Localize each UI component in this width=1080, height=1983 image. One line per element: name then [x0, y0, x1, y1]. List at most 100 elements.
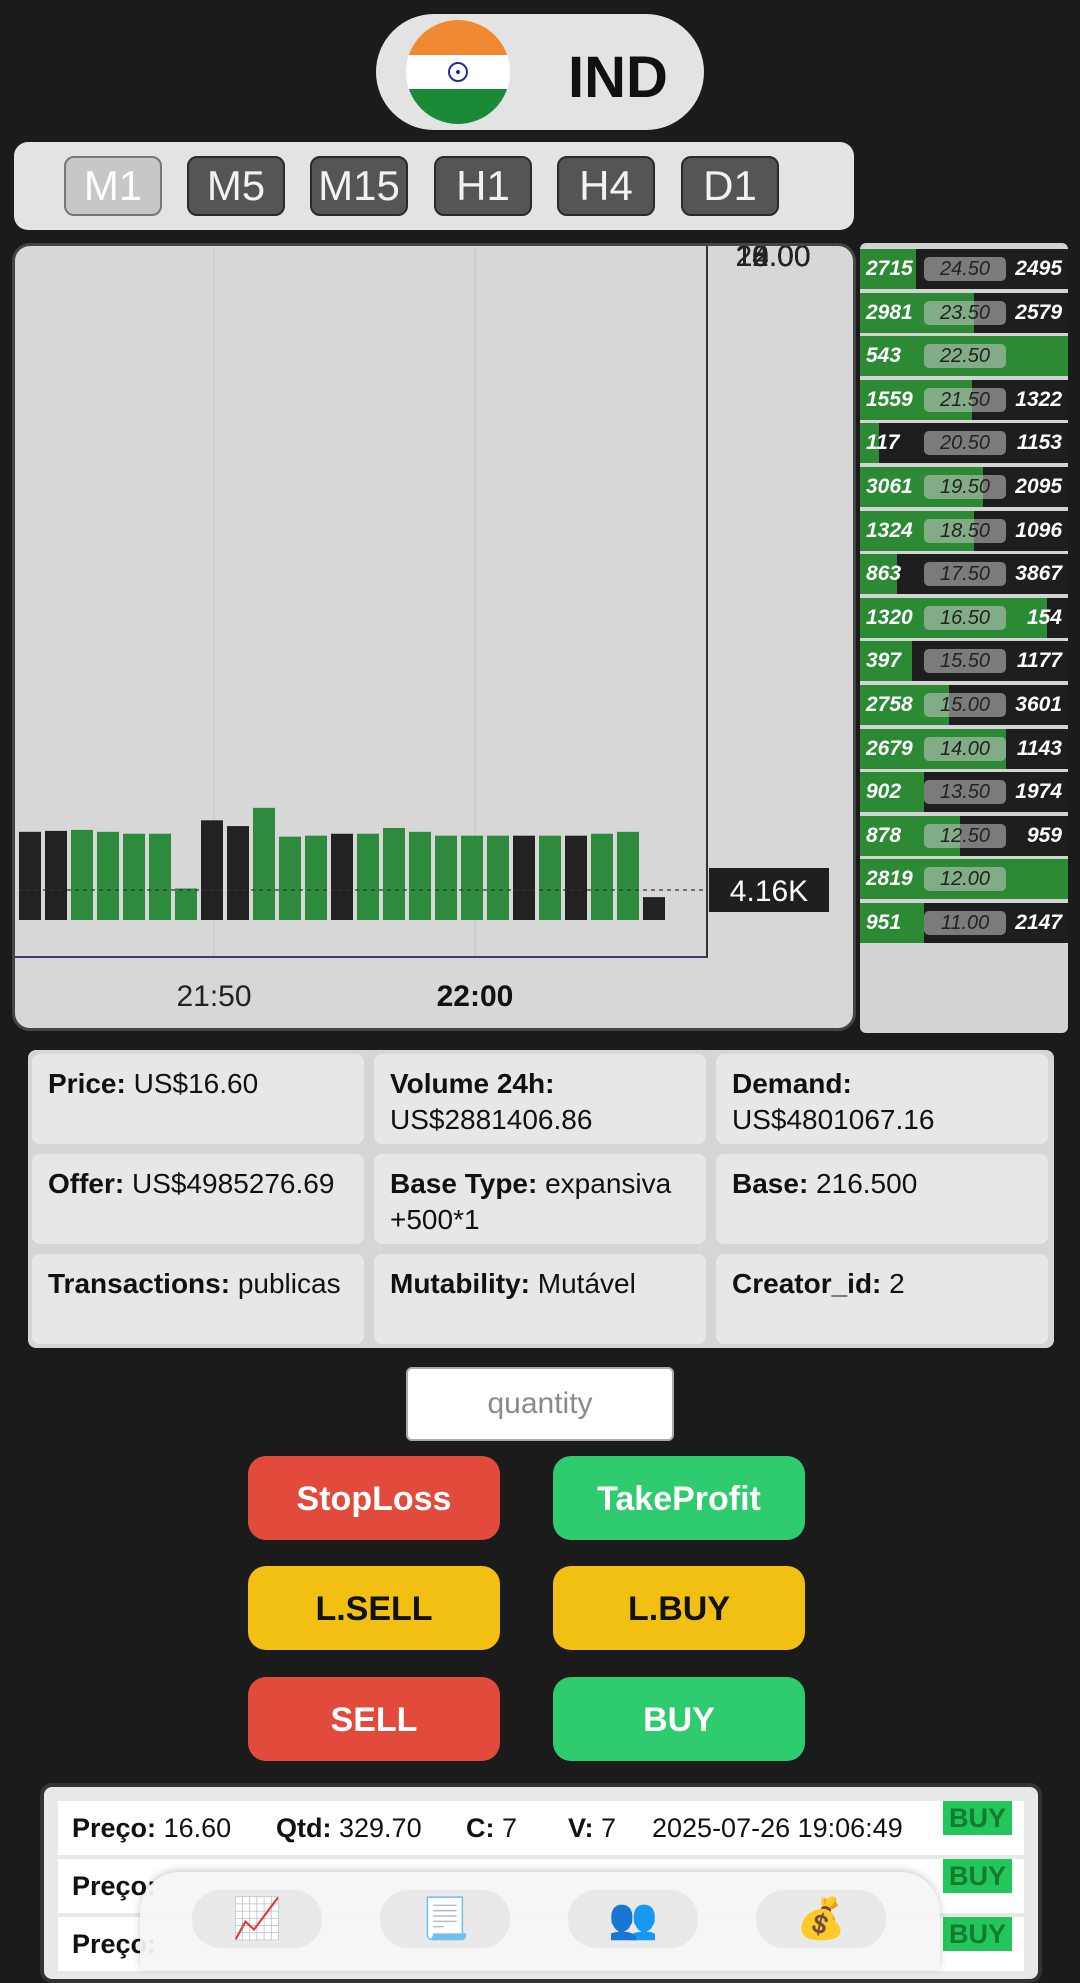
trade-v: 7: [601, 1813, 617, 1843]
trade-c: 7: [502, 1813, 518, 1843]
info-base: Base: 216.500: [716, 1154, 1048, 1244]
price-chart[interactable]: 16.404.16K20.0018.0016.0014.0012.0010.00…: [12, 243, 856, 1031]
info-transactions: Transactions: publicas: [32, 1254, 364, 1344]
info-creator-id: Creator_id: 2: [716, 1254, 1048, 1344]
volume-bar: [45, 830, 67, 920]
info-mutability: Mutability: Mutável: [374, 1254, 706, 1344]
volume-bar: [539, 835, 561, 920]
takeprofit-button[interactable]: TakeProfit: [553, 1456, 805, 1540]
orderbook-bid-qty: 863: [866, 562, 902, 586]
trade-c-label: C:: [466, 1813, 495, 1843]
limit-buy-button[interactable]: L.BUY: [553, 1566, 805, 1650]
orderbook-bid-qty: 902: [866, 780, 902, 804]
trade-v-label: V:: [568, 1813, 594, 1843]
orderbook-bid-qty: 878: [866, 823, 902, 847]
volume-bar: [565, 835, 587, 920]
orderbook-row[interactable]: 543 22.50: [860, 336, 1068, 377]
volume-bar: [279, 836, 301, 920]
orderbook-row[interactable]: 863 17.50 3867: [860, 554, 1068, 595]
timeframe-d1-button[interactable]: D1: [681, 156, 779, 216]
orderbook-row[interactable]: 951 11.00 2147: [860, 903, 1068, 943]
country-selector[interactable]: IND: [376, 14, 704, 130]
orderbook-row[interactable]: 878 12.50 959: [860, 815, 1068, 856]
orderbook-ask-qty: 2579: [1015, 300, 1062, 324]
volume-bar: [253, 807, 275, 920]
orderbook-row[interactable]: 3061 19.50 2095: [860, 467, 1068, 507]
trade-side-badge: BUY: [942, 1917, 1012, 1951]
orderbook-bid-qty: 951: [866, 911, 902, 934]
sell-button[interactable]: SELL: [248, 1677, 500, 1761]
orderbook-bid-qty: 397: [866, 649, 902, 673]
info-offer: Offer: US$4985276.69: [32, 1154, 364, 1244]
orderbook-price: 13.50: [924, 780, 1006, 805]
timeframe-m5-button[interactable]: M5: [187, 156, 285, 216]
volume-bar: [305, 835, 327, 920]
orderbook-ask-qty: 3601: [1015, 693, 1062, 716]
timeframe-m15-button[interactable]: M15: [310, 156, 408, 216]
nav-wallet-button[interactable]: 💰: [756, 1890, 886, 1948]
volume-bar: [331, 833, 353, 920]
orderbook-bid-qty: 1324: [866, 518, 913, 542]
volume-label: 4.16K: [730, 875, 808, 908]
timeframe-bar: M1 M5 M15 H1 H4 D1: [14, 142, 854, 230]
orderbook-ask-qty: 3867: [1015, 562, 1062, 586]
limit-sell-button[interactable]: L.SELL: [248, 1566, 500, 1650]
orderbook-price: 17.50: [924, 562, 1006, 587]
volume-bar: [149, 833, 171, 920]
nav-receipt-button[interactable]: 📃: [380, 1890, 510, 1948]
x-tick-label: 21:50: [176, 980, 251, 1013]
volume-bar: [591, 833, 613, 920]
orderbook-ask-qty: 959: [1026, 823, 1062, 847]
money-bag-icon: 💰: [796, 1897, 846, 1941]
trade-qty: 329.70: [339, 1813, 422, 1843]
orderbook-row[interactable]: 2715 24.50 2495: [860, 249, 1068, 289]
quantity-input[interactable]: [406, 1367, 674, 1441]
bottom-navigation: 📈 📃 👥 💰: [140, 1872, 940, 1970]
volume-bar: [487, 835, 509, 920]
nav-users-button[interactable]: 👥: [568, 1890, 698, 1948]
info-demand: Demand: US$4801067.16: [716, 1054, 1048, 1144]
orderbook-price: 12.00: [924, 867, 1006, 892]
orderbook-ask-qty: 2095: [1015, 475, 1062, 498]
orderbook-price: 23.50: [924, 300, 1006, 325]
orderbook-row[interactable]: 2679 14.00 1143: [860, 728, 1068, 769]
order-book[interactable]: 2715 24.50 2495 2981 23.50 2579 543 22.50 1559 21…: [860, 243, 1068, 1033]
orderbook-row[interactable]: 1320 16.50 154: [860, 597, 1068, 638]
trade-time: 2025-07-26 19:06:49: [652, 1813, 903, 1843]
orderbook-ask-qty: 1143: [1016, 736, 1062, 760]
chart-icon: 📈: [232, 1897, 282, 1941]
buy-button[interactable]: BUY: [553, 1677, 805, 1761]
volume-bar: [97, 831, 119, 920]
orderbook-bid-qty: 2715: [866, 257, 913, 280]
nav-chart-button[interactable]: 📈: [192, 1890, 322, 1948]
volume-bar: [409, 831, 431, 920]
volume-bar: [461, 835, 483, 920]
orderbook-bid-qty: 1320: [866, 605, 913, 629]
trade-row[interactable]: Preço: 16.60 Qtd: 329.70 C: 7 V: 7 2025-…: [58, 1801, 1024, 1855]
orderbook-bid-qty: 2819: [866, 867, 913, 891]
orderbook-row[interactable]: 902 13.50 1974: [860, 772, 1068, 813]
orderbook-row[interactable]: 1324 18.50 1096: [860, 510, 1068, 551]
timeframe-h1-button[interactable]: H1: [434, 156, 532, 216]
orderbook-row[interactable]: 2819 12.00: [860, 859, 1068, 900]
timeframe-h4-button[interactable]: H4: [557, 156, 655, 216]
volume-bar: [71, 829, 93, 920]
users-icon: 👥: [608, 1897, 658, 1941]
orderbook-row[interactable]: 397 15.50 1177: [860, 641, 1068, 682]
orderbook-bid-qty: 2679: [866, 736, 913, 760]
orderbook-price: 16.50: [924, 605, 1006, 630]
orderbook-row[interactable]: 2981 23.50 2579: [860, 292, 1068, 333]
timeframe-m1-button[interactable]: M1: [64, 156, 162, 216]
country-code: IND: [568, 45, 668, 110]
volume-bar: [617, 831, 639, 920]
orderbook-row[interactable]: 1559 21.50 1322: [860, 379, 1068, 420]
stoploss-button[interactable]: StopLoss: [248, 1456, 500, 1540]
orderbook-row[interactable]: 2758 15.00 3601: [860, 685, 1068, 725]
orderbook-ask-qty: 2495: [1015, 257, 1062, 280]
receipt-icon: 📃: [420, 1897, 470, 1941]
volume-bar: [513, 835, 535, 920]
trade-side-badge: BUY: [942, 1801, 1012, 1835]
volume-bar: [227, 826, 249, 920]
orderbook-row[interactable]: 117 20.50 1153: [860, 423, 1068, 464]
orderbook-price: 21.50: [924, 387, 1006, 412]
